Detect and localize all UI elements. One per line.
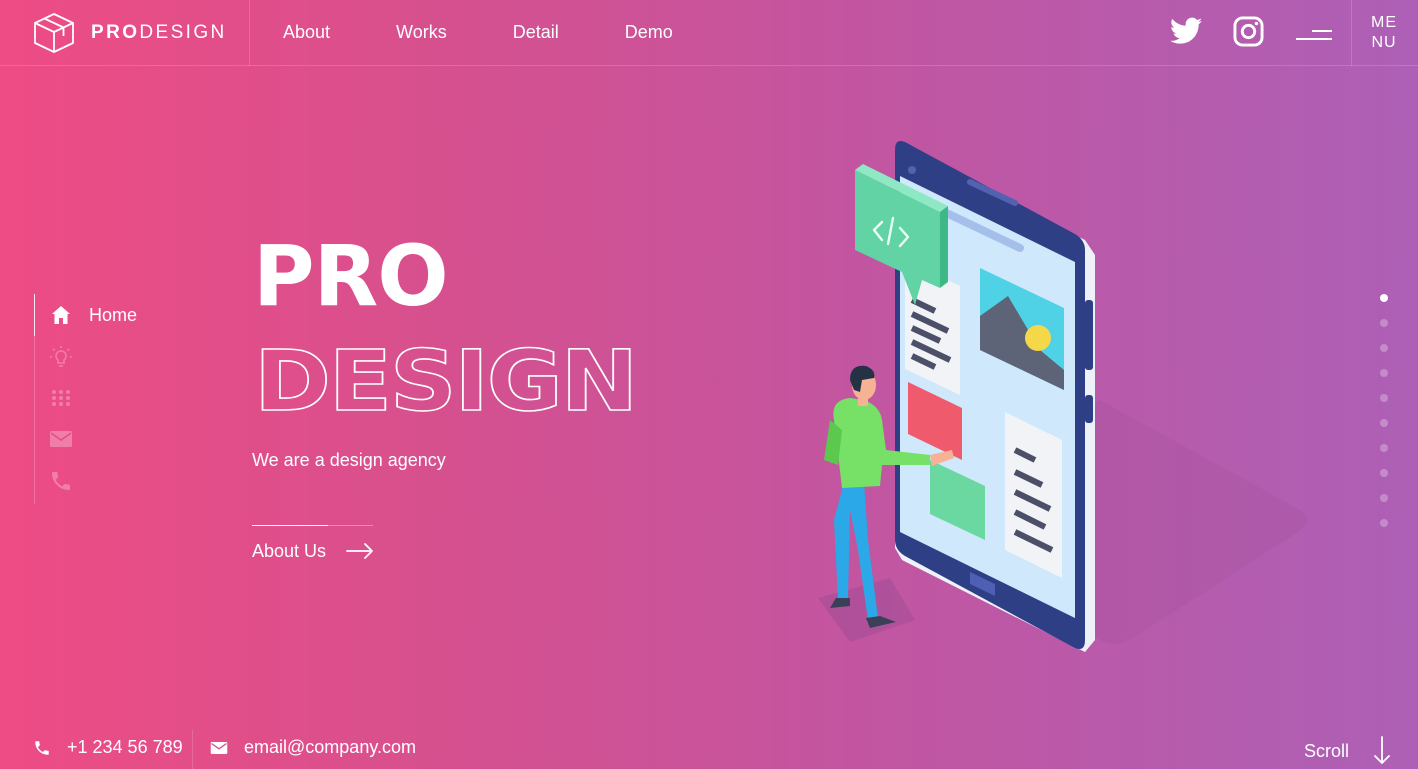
home-icon xyxy=(52,306,70,324)
menu-button[interactable]: ME NU xyxy=(1370,13,1398,53)
nav-link-detail[interactable]: Detail xyxy=(513,21,559,43)
side-nav-contact[interactable] xyxy=(49,427,73,451)
brand-name-light: DESIGN xyxy=(139,22,227,43)
brand-name-bold: PRO xyxy=(91,22,140,43)
main-nav: About Works Detail Demo xyxy=(283,21,739,43)
menu-divider xyxy=(1351,0,1352,66)
side-nav-home[interactable]: Home xyxy=(49,303,137,327)
slide-dot-8[interactable] xyxy=(1380,469,1388,477)
footer-phone-number: +1 234 56 789 xyxy=(67,737,183,757)
mail-icon xyxy=(210,741,228,754)
slide-dot-4[interactable] xyxy=(1380,369,1388,377)
bulb-icon xyxy=(50,346,72,367)
hero-title-solid: PRO xyxy=(253,227,449,325)
hero-illustration xyxy=(818,141,1308,652)
slide-dot-1[interactable] xyxy=(1380,294,1388,302)
slide-dot-10[interactable] xyxy=(1380,519,1388,527)
footer-email[interactable]: email@company.com xyxy=(210,737,416,758)
hero-title-outline-graphic: DESIGN xyxy=(253,331,639,431)
phone-camera xyxy=(908,166,916,174)
nav-link-works[interactable]: Works xyxy=(396,21,447,43)
slide-dot-5[interactable] xyxy=(1380,394,1388,402)
slide-dot-3[interactable] xyxy=(1380,344,1388,352)
side-nav-ideas[interactable] xyxy=(49,345,73,369)
side-nav-track xyxy=(34,294,35,504)
about-us-label: About Us xyxy=(252,541,327,561)
cta-underline-fill xyxy=(252,525,328,526)
side-nav-phone[interactable] xyxy=(49,469,73,493)
brand-name: PRODESIGN xyxy=(91,22,227,44)
footer-phone[interactable]: +1 234 56 789 xyxy=(33,737,183,758)
logo-cube-icon xyxy=(34,13,74,53)
nav-link-demo[interactable]: Demo xyxy=(625,21,673,43)
scroll-label: Scroll xyxy=(1304,740,1350,761)
arrow-down-icon xyxy=(1374,736,1390,764)
code-bubble-side xyxy=(940,206,948,288)
phone-icon xyxy=(52,472,70,490)
arrow-right-icon xyxy=(346,543,373,559)
menu-lines-icon[interactable] xyxy=(1296,26,1332,40)
hero-title-outline: DESIGN xyxy=(254,332,636,430)
footer-divider xyxy=(192,730,193,769)
phone-icon xyxy=(35,740,49,755)
slide-dot-2[interactable] xyxy=(1380,319,1388,327)
about-us-button[interactable]: About Us xyxy=(252,525,374,565)
instagram-icon[interactable] xyxy=(1233,16,1264,47)
nav-link-about[interactable]: About xyxy=(283,21,330,43)
brand-logo[interactable]: PRODESIGN xyxy=(32,12,227,54)
slide-dot-9[interactable] xyxy=(1380,494,1388,502)
twitter-icon[interactable] xyxy=(1170,17,1202,45)
scroll-button[interactable]: Scroll xyxy=(1304,736,1393,766)
slide-dot-7[interactable] xyxy=(1380,444,1388,452)
footer-email-address: email@company.com xyxy=(244,737,416,757)
side-nav-home-label: Home xyxy=(89,304,138,325)
screen-card-text-right xyxy=(1005,412,1062,578)
grid-icon xyxy=(52,390,70,406)
top-header: PRODESIGN About Works Detail Demo ME NU xyxy=(0,0,1418,66)
phone-side-button-small xyxy=(1085,395,1093,423)
side-nav-works[interactable] xyxy=(49,386,73,410)
mail-icon xyxy=(50,431,72,447)
header-divider xyxy=(249,0,250,66)
menu-label-top: ME xyxy=(1371,14,1397,31)
phone-side-button xyxy=(1085,300,1093,370)
menu-label-bottom: NU xyxy=(1371,34,1397,51)
screen-card-image-sun xyxy=(1025,325,1051,351)
hero-tagline: We are a design agency xyxy=(252,450,446,470)
slide-dot-6[interactable] xyxy=(1380,419,1388,427)
